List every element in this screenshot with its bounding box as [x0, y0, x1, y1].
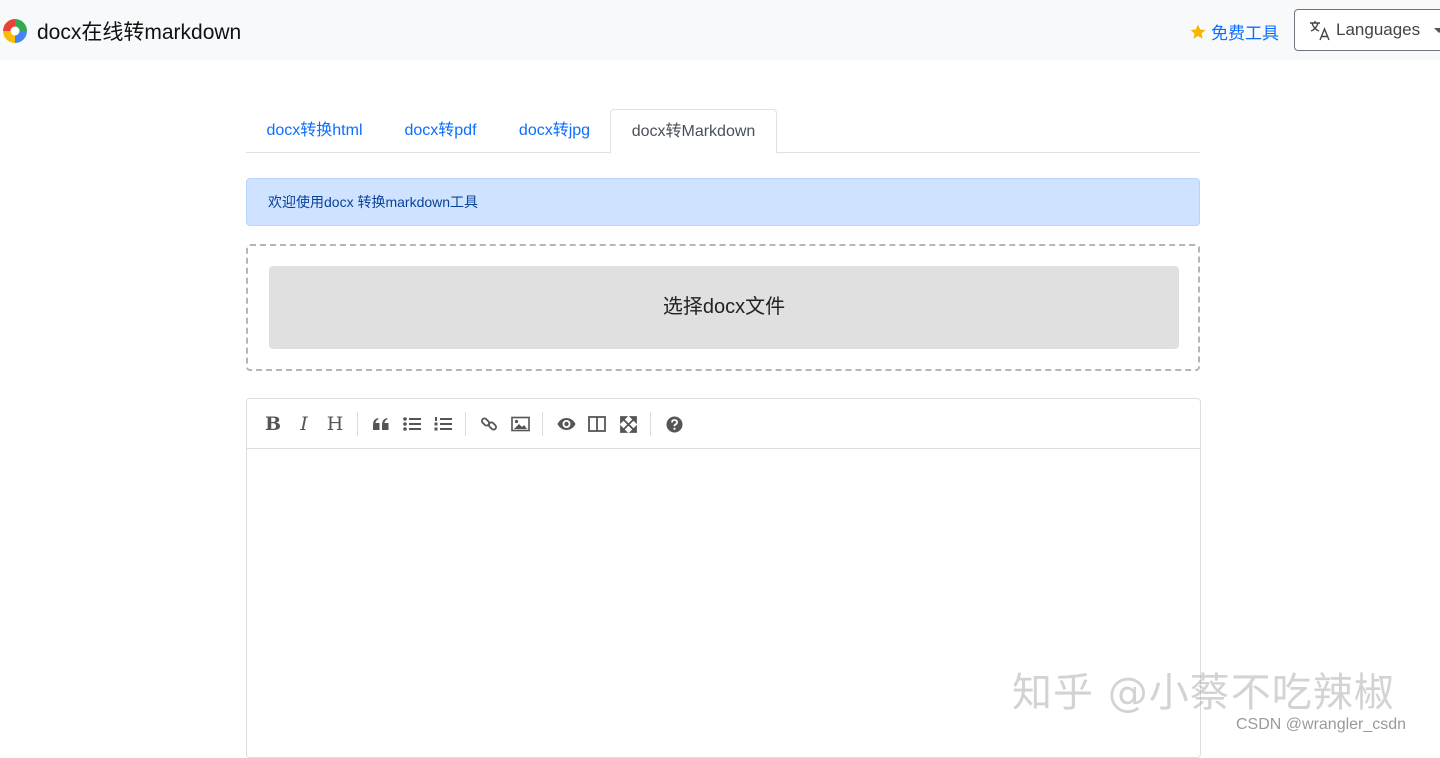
- italic-button[interactable]: I: [292, 412, 316, 436]
- bold-button[interactable]: B: [261, 412, 285, 436]
- star-icon: [1190, 24, 1206, 39]
- image-icon: [510, 416, 530, 432]
- choose-docx-file-button[interactable]: 选择docx文件: [269, 266, 1179, 349]
- brand[interactable]: docx在线转markdown: [2, 16, 241, 46]
- editor-toolbar: B I H: [247, 399, 1200, 449]
- brand-title: docx在线转markdown: [37, 21, 242, 44]
- bold-icon: B: [264, 413, 282, 435]
- help-button[interactable]: [662, 412, 686, 436]
- unordered-list-icon: [403, 417, 421, 431]
- italic-icon: I: [300, 413, 308, 435]
- ordered-list-button[interactable]: [431, 412, 455, 436]
- link-button[interactable]: [477, 412, 501, 436]
- navbar: docx在线转markdown 免费工具 Languages: [0, 0, 1440, 60]
- toolbar-separator: [357, 412, 358, 436]
- unordered-list-button[interactable]: [400, 412, 424, 436]
- welcome-alert: 欢迎使用docx 转换markdown工具: [246, 178, 1200, 226]
- caret-down-icon: [1434, 27, 1440, 33]
- csdn-watermark: CSDN @wrangler_csdn: [1236, 716, 1407, 733]
- file-dropzone[interactable]: 选择docx文件: [246, 244, 1200, 371]
- tab-docx-to-jpg[interactable]: docx转jpg: [498, 109, 611, 153]
- heading-button[interactable]: H: [323, 412, 347, 436]
- question-circle-icon: [666, 416, 682, 432]
- quote-button[interactable]: [369, 412, 393, 436]
- tabs-nav: docx转换html docx转pdf docx转jpg docx转Markdo…: [246, 109, 1200, 154]
- toolbar-separator: [650, 412, 651, 436]
- zhihu-watermark: 知乎 @小蔡不吃辣椒: [1012, 670, 1395, 716]
- heading-icon: H: [326, 413, 344, 435]
- tab-docx-to-markdown[interactable]: docx转Markdown: [610, 109, 777, 154]
- preview-button[interactable]: [554, 412, 578, 436]
- ordered-list-icon: [434, 417, 452, 431]
- tab-docx-to-pdf[interactable]: docx转pdf: [383, 109, 498, 153]
- eye-icon: [557, 418, 575, 430]
- toolbar-separator: [542, 412, 543, 436]
- fullscreen-icon: [619, 415, 637, 433]
- tab-docx-to-html[interactable]: docx转换html: [246, 109, 383, 153]
- free-tools-link[interactable]: 免费工具: [1189, 19, 1279, 44]
- languages-label: Languages: [1336, 20, 1421, 39]
- link-icon: [481, 417, 497, 431]
- translate-icon: [1310, 21, 1330, 41]
- languages-dropdown[interactable]: Languages: [1294, 9, 1440, 51]
- side-by-side-button[interactable]: [585, 412, 609, 436]
- columns-icon: [588, 416, 606, 432]
- toolbar-separator: [465, 412, 466, 436]
- image-button[interactable]: [508, 412, 532, 436]
- free-tools-label: 免费工具: [1211, 24, 1279, 43]
- brand-logo-icon: [3, 19, 27, 43]
- fullscreen-button[interactable]: [616, 412, 640, 436]
- quote-icon: [373, 418, 389, 430]
